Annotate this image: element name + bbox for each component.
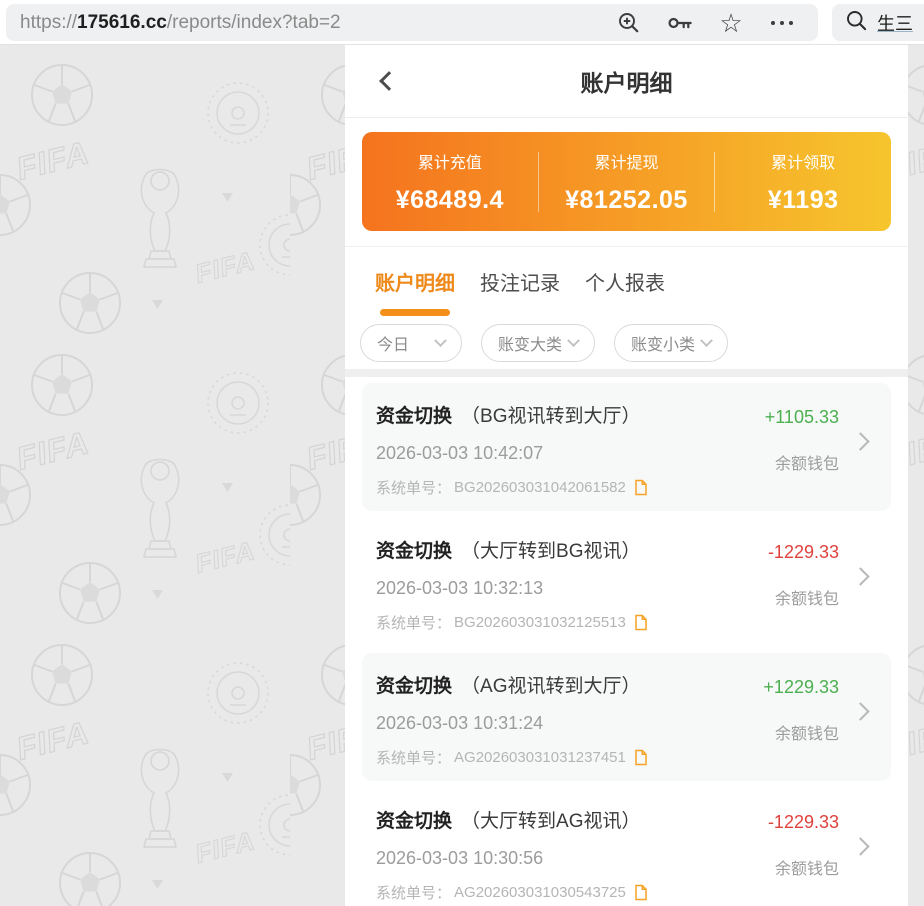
filter-label: 账变大类 xyxy=(498,331,562,355)
transaction-order: 系统单号：BG202603031032125513 xyxy=(376,612,877,633)
tab-personal-report[interactable]: 个人报表 xyxy=(585,267,665,316)
totals-card: 累计充值 ¥68489.4 累计提现 ¥81252.05 累计领取 ¥1193 xyxy=(362,132,891,231)
tab-label: 个人报表 xyxy=(585,273,665,295)
chevron-down-icon xyxy=(700,334,713,347)
transaction-row[interactable]: 资金切换（BG视讯转到大厅） 2026-03-03 10:42:07 系统单号：… xyxy=(362,383,891,511)
star-icon[interactable]: ☆ xyxy=(719,11,743,35)
browser-toolbar: https://175616.cc/reports/index?tab=2 ☆ … xyxy=(0,0,924,45)
url-domain: 175616.cc xyxy=(77,12,167,33)
order-label: 系统单号： xyxy=(376,747,451,768)
transaction-amount-block: -1229.33 余额钱包 xyxy=(768,542,839,609)
copy-icon[interactable] xyxy=(633,479,648,496)
transaction-type: 资金切换 xyxy=(376,676,452,697)
order-label: 系统单号： xyxy=(376,612,451,633)
total-deposit: 累计充值 ¥68489.4 xyxy=(362,149,538,215)
transaction-type: 资金切换 xyxy=(376,406,452,427)
filter-row: 今日 账变大类 账变小类 xyxy=(345,324,908,362)
search-hint-text: 生三 xyxy=(877,10,913,36)
active-tab-underline xyxy=(380,309,450,316)
transaction-order: 系统单号：AG202603031031237451 xyxy=(376,747,877,768)
transaction-wallet: 余额钱包 xyxy=(768,585,839,609)
transaction-amount-block: -1229.33 余额钱包 xyxy=(768,812,839,879)
tab-account-detail[interactable]: 账户明细 xyxy=(375,267,455,316)
transaction-row[interactable]: 资金切换（大厅转到AG视讯） 2026-03-03 10:30:56 系统单号：… xyxy=(362,788,891,906)
stat-value: ¥68489.4 xyxy=(362,186,538,215)
browser-search-box[interactable]: 生三 xyxy=(832,4,924,41)
url-text[interactable]: https://175616.cc/reports/index?tab=2 xyxy=(20,12,617,34)
copy-icon[interactable] xyxy=(633,614,648,631)
filter-label: 账变小类 xyxy=(631,331,695,355)
stat-value: ¥1193 xyxy=(715,186,891,215)
stat-value: ¥81252.05 xyxy=(539,186,715,215)
transaction-detail: （大厅转到AG视讯） xyxy=(461,811,640,832)
transaction-order: 系统单号：AG202603031030543725 xyxy=(376,882,877,903)
stats-section: 累计充值 ¥68489.4 累计提现 ¥81252.05 累计领取 ¥1193 xyxy=(345,118,908,247)
transaction-amount: +1229.33 xyxy=(763,677,839,698)
transaction-wallet: 余额钱包 xyxy=(765,450,839,474)
order-label: 系统单号： xyxy=(376,477,451,498)
filter-label: 今日 xyxy=(377,331,409,355)
transaction-row[interactable]: 资金切换（AG视讯转到大厅） 2026-03-03 10:31:24 系统单号：… xyxy=(362,653,891,781)
stat-label: 累计充值 xyxy=(362,149,538,173)
filter-date-dropdown[interactable]: 今日 xyxy=(360,324,462,362)
total-claimed: 累计领取 ¥1193 xyxy=(715,149,891,215)
stat-label: 累计领取 xyxy=(715,149,891,173)
transaction-type: 资金切换 xyxy=(376,811,452,832)
transaction-wallet: 余额钱包 xyxy=(763,720,839,744)
tab-label: 账户明细 xyxy=(375,273,455,295)
url-prefix: https:// xyxy=(20,12,77,33)
copy-icon[interactable] xyxy=(633,749,648,766)
transaction-list: 资金切换（BG视讯转到大厅） 2026-03-03 10:42:07 系统单号：… xyxy=(345,377,908,906)
transaction-amount: -1229.33 xyxy=(768,812,839,833)
transaction-amount-block: +1105.33 余额钱包 xyxy=(765,407,839,474)
chevron-down-icon xyxy=(434,334,447,347)
transaction-row[interactable]: 资金切换（大厅转到BG视讯） 2026-03-03 10:32:13 系统单号：… xyxy=(362,518,891,646)
total-withdraw: 累计提现 ¥81252.05 xyxy=(539,149,715,215)
url-path: /reports/index?tab=2 xyxy=(167,12,341,33)
filter-major-category-dropdown[interactable]: 账变大类 xyxy=(481,324,595,362)
section-divider xyxy=(345,369,908,377)
tab-label: 投注记录 xyxy=(480,273,560,295)
order-number: BG202603031032125513 xyxy=(454,614,626,631)
tab-bet-records[interactable]: 投注记录 xyxy=(480,267,560,316)
transaction-amount: -1229.33 xyxy=(768,542,839,563)
panel-header: 账户明细 xyxy=(345,45,908,118)
zoom-in-icon[interactable] xyxy=(617,11,641,35)
account-detail-panel: 账户明细 累计充值 ¥68489.4 累计提现 ¥81252.05 累计领取 ¥… xyxy=(345,45,908,906)
transaction-detail: （大厅转到BG视讯） xyxy=(461,541,640,562)
transaction-detail: （AG视讯转到大厅） xyxy=(461,676,640,697)
order-label: 系统单号： xyxy=(376,882,451,903)
tabs: 账户明细 投注记录 个人报表 xyxy=(345,247,908,316)
chevron-down-icon xyxy=(567,334,580,347)
transaction-amount-block: +1229.33 余额钱包 xyxy=(763,677,839,744)
order-number: BG202603031042061582 xyxy=(454,479,626,496)
transaction-order: 系统单号：BG202603031042061582 xyxy=(376,477,877,498)
transaction-type: 资金切换 xyxy=(376,541,452,562)
transaction-detail: （BG视讯转到大厅） xyxy=(461,406,640,427)
address-bar[interactable]: https://175616.cc/reports/index?tab=2 ☆ xyxy=(6,4,818,41)
transaction-wallet: 余额钱包 xyxy=(768,855,839,879)
order-number: AG202603031030543725 xyxy=(454,884,626,901)
more-icon[interactable] xyxy=(770,11,794,35)
key-icon[interactable] xyxy=(668,11,692,35)
copy-icon[interactable] xyxy=(633,884,648,901)
search-icon xyxy=(845,9,868,37)
stat-label: 累计提现 xyxy=(539,149,715,173)
filter-minor-category-dropdown[interactable]: 账变小类 xyxy=(614,324,728,362)
page-title: 账户明细 xyxy=(345,64,908,98)
order-number: AG202603031031237451 xyxy=(454,749,626,766)
transaction-amount: +1105.33 xyxy=(765,407,839,428)
